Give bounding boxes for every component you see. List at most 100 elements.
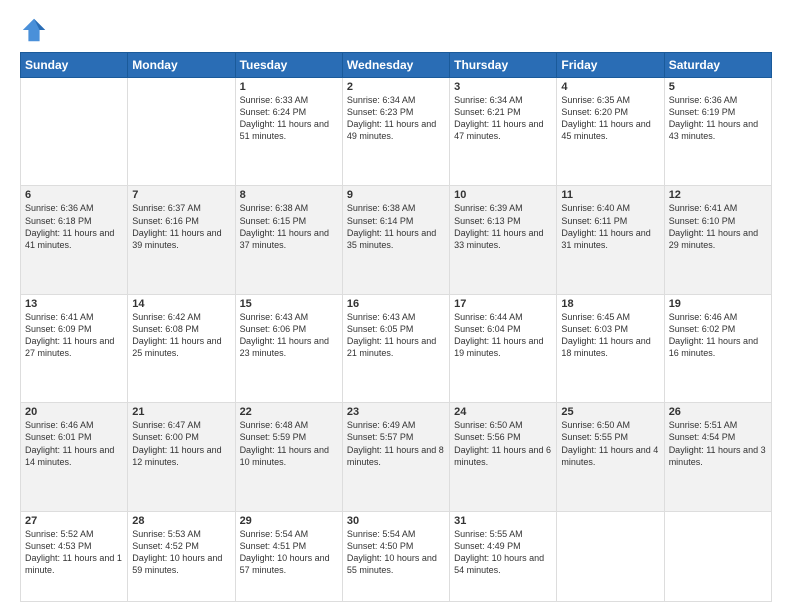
day-number: 8 [240, 189, 338, 201]
calendar-cell: 27Sunrise: 5:52 AMSunset: 4:53 PMDayligh… [21, 511, 128, 601]
cell-info: Sunrise: 6:38 AMSunset: 6:14 PMDaylight:… [347, 202, 445, 251]
cell-info: Sunrise: 6:46 AMSunset: 6:02 PMDaylight:… [669, 311, 767, 360]
day-number: 15 [240, 298, 338, 310]
cell-info: Sunrise: 6:45 AMSunset: 6:03 PMDaylight:… [561, 311, 659, 360]
calendar-cell: 17Sunrise: 6:44 AMSunset: 6:04 PMDayligh… [450, 294, 557, 402]
calendar-cell [128, 78, 235, 186]
calendar-cell: 8Sunrise: 6:38 AMSunset: 6:15 PMDaylight… [235, 186, 342, 294]
calendar-cell: 26Sunrise: 5:51 AMSunset: 4:54 PMDayligh… [664, 403, 771, 511]
weekday-header-thursday: Thursday [450, 53, 557, 78]
calendar-cell: 5Sunrise: 6:36 AMSunset: 6:19 PMDaylight… [664, 78, 771, 186]
calendar-cell: 16Sunrise: 6:43 AMSunset: 6:05 PMDayligh… [342, 294, 449, 402]
calendar-cell: 15Sunrise: 6:43 AMSunset: 6:06 PMDayligh… [235, 294, 342, 402]
calendar-cell: 11Sunrise: 6:40 AMSunset: 6:11 PMDayligh… [557, 186, 664, 294]
calendar-cell: 1Sunrise: 6:33 AMSunset: 6:24 PMDaylight… [235, 78, 342, 186]
day-number: 19 [669, 298, 767, 310]
cell-info: Sunrise: 6:36 AMSunset: 6:19 PMDaylight:… [669, 94, 767, 143]
weekday-header-monday: Monday [128, 53, 235, 78]
day-number: 31 [454, 515, 552, 527]
calendar-header-row: SundayMondayTuesdayWednesdayThursdayFrid… [21, 53, 772, 78]
cell-info: Sunrise: 5:53 AMSunset: 4:52 PMDaylight:… [132, 528, 230, 577]
calendar-cell: 18Sunrise: 6:45 AMSunset: 6:03 PMDayligh… [557, 294, 664, 402]
calendar-cell: 28Sunrise: 5:53 AMSunset: 4:52 PMDayligh… [128, 511, 235, 601]
day-number: 1 [240, 81, 338, 93]
day-number: 30 [347, 515, 445, 527]
day-number: 28 [132, 515, 230, 527]
cell-info: Sunrise: 6:37 AMSunset: 6:16 PMDaylight:… [132, 202, 230, 251]
page: SundayMondayTuesdayWednesdayThursdayFrid… [0, 0, 792, 612]
day-number: 17 [454, 298, 552, 310]
cell-info: Sunrise: 6:34 AMSunset: 6:21 PMDaylight:… [454, 94, 552, 143]
day-number: 4 [561, 81, 659, 93]
cell-info: Sunrise: 6:33 AMSunset: 6:24 PMDaylight:… [240, 94, 338, 143]
day-number: 21 [132, 406, 230, 418]
cell-info: Sunrise: 6:43 AMSunset: 6:06 PMDaylight:… [240, 311, 338, 360]
day-number: 29 [240, 515, 338, 527]
calendar-table: SundayMondayTuesdayWednesdayThursdayFrid… [20, 52, 772, 602]
day-number: 25 [561, 406, 659, 418]
cell-info: Sunrise: 6:47 AMSunset: 6:00 PMDaylight:… [132, 419, 230, 468]
cell-info: Sunrise: 6:48 AMSunset: 5:59 PMDaylight:… [240, 419, 338, 468]
day-number: 13 [25, 298, 123, 310]
cell-info: Sunrise: 6:35 AMSunset: 6:20 PMDaylight:… [561, 94, 659, 143]
calendar-cell: 21Sunrise: 6:47 AMSunset: 6:00 PMDayligh… [128, 403, 235, 511]
calendar-cell: 14Sunrise: 6:42 AMSunset: 6:08 PMDayligh… [128, 294, 235, 402]
cell-info: Sunrise: 6:34 AMSunset: 6:23 PMDaylight:… [347, 94, 445, 143]
calendar-cell: 30Sunrise: 5:54 AMSunset: 4:50 PMDayligh… [342, 511, 449, 601]
cell-info: Sunrise: 6:46 AMSunset: 6:01 PMDaylight:… [25, 419, 123, 468]
cell-info: Sunrise: 6:44 AMSunset: 6:04 PMDaylight:… [454, 311, 552, 360]
calendar-cell: 24Sunrise: 6:50 AMSunset: 5:56 PMDayligh… [450, 403, 557, 511]
calendar-cell: 10Sunrise: 6:39 AMSunset: 6:13 PMDayligh… [450, 186, 557, 294]
calendar-cell: 9Sunrise: 6:38 AMSunset: 6:14 PMDaylight… [342, 186, 449, 294]
day-number: 22 [240, 406, 338, 418]
day-number: 20 [25, 406, 123, 418]
cell-info: Sunrise: 6:41 AMSunset: 6:09 PMDaylight:… [25, 311, 123, 360]
cell-info: Sunrise: 5:51 AMSunset: 4:54 PMDaylight:… [669, 419, 767, 468]
day-number: 12 [669, 189, 767, 201]
day-number: 11 [561, 189, 659, 201]
day-number: 9 [347, 189, 445, 201]
cell-info: Sunrise: 6:42 AMSunset: 6:08 PMDaylight:… [132, 311, 230, 360]
day-number: 16 [347, 298, 445, 310]
calendar-cell: 12Sunrise: 6:41 AMSunset: 6:10 PMDayligh… [664, 186, 771, 294]
day-number: 24 [454, 406, 552, 418]
calendar-cell: 31Sunrise: 5:55 AMSunset: 4:49 PMDayligh… [450, 511, 557, 601]
calendar-cell [664, 511, 771, 601]
logo-icon [20, 16, 48, 44]
weekday-header-tuesday: Tuesday [235, 53, 342, 78]
calendar-cell: 3Sunrise: 6:34 AMSunset: 6:21 PMDaylight… [450, 78, 557, 186]
cell-info: Sunrise: 5:55 AMSunset: 4:49 PMDaylight:… [454, 528, 552, 577]
cell-info: Sunrise: 5:54 AMSunset: 4:50 PMDaylight:… [347, 528, 445, 577]
weekday-header-saturday: Saturday [664, 53, 771, 78]
cell-info: Sunrise: 6:39 AMSunset: 6:13 PMDaylight:… [454, 202, 552, 251]
cell-info: Sunrise: 5:52 AMSunset: 4:53 PMDaylight:… [25, 528, 123, 577]
calendar-cell: 2Sunrise: 6:34 AMSunset: 6:23 PMDaylight… [342, 78, 449, 186]
day-number: 26 [669, 406, 767, 418]
calendar-cell [21, 78, 128, 186]
day-number: 18 [561, 298, 659, 310]
calendar-cell: 20Sunrise: 6:46 AMSunset: 6:01 PMDayligh… [21, 403, 128, 511]
day-number: 14 [132, 298, 230, 310]
calendar-cell: 23Sunrise: 6:49 AMSunset: 5:57 PMDayligh… [342, 403, 449, 511]
weekday-header-friday: Friday [557, 53, 664, 78]
calendar-cell: 19Sunrise: 6:46 AMSunset: 6:02 PMDayligh… [664, 294, 771, 402]
calendar-cell [557, 511, 664, 601]
day-number: 6 [25, 189, 123, 201]
header [20, 16, 772, 44]
calendar-cell: 7Sunrise: 6:37 AMSunset: 6:16 PMDaylight… [128, 186, 235, 294]
cell-info: Sunrise: 6:41 AMSunset: 6:10 PMDaylight:… [669, 202, 767, 251]
day-number: 3 [454, 81, 552, 93]
calendar-cell: 13Sunrise: 6:41 AMSunset: 6:09 PMDayligh… [21, 294, 128, 402]
calendar-week-row: 13Sunrise: 6:41 AMSunset: 6:09 PMDayligh… [21, 294, 772, 402]
calendar-week-row: 6Sunrise: 6:36 AMSunset: 6:18 PMDaylight… [21, 186, 772, 294]
calendar-cell: 22Sunrise: 6:48 AMSunset: 5:59 PMDayligh… [235, 403, 342, 511]
cell-info: Sunrise: 6:38 AMSunset: 6:15 PMDaylight:… [240, 202, 338, 251]
cell-info: Sunrise: 5:54 AMSunset: 4:51 PMDaylight:… [240, 528, 338, 577]
calendar-cell: 25Sunrise: 6:50 AMSunset: 5:55 PMDayligh… [557, 403, 664, 511]
day-number: 10 [454, 189, 552, 201]
cell-info: Sunrise: 6:50 AMSunset: 5:56 PMDaylight:… [454, 419, 552, 468]
calendar-cell: 4Sunrise: 6:35 AMSunset: 6:20 PMDaylight… [557, 78, 664, 186]
calendar-week-row: 20Sunrise: 6:46 AMSunset: 6:01 PMDayligh… [21, 403, 772, 511]
cell-info: Sunrise: 6:36 AMSunset: 6:18 PMDaylight:… [25, 202, 123, 251]
calendar-week-row: 27Sunrise: 5:52 AMSunset: 4:53 PMDayligh… [21, 511, 772, 601]
